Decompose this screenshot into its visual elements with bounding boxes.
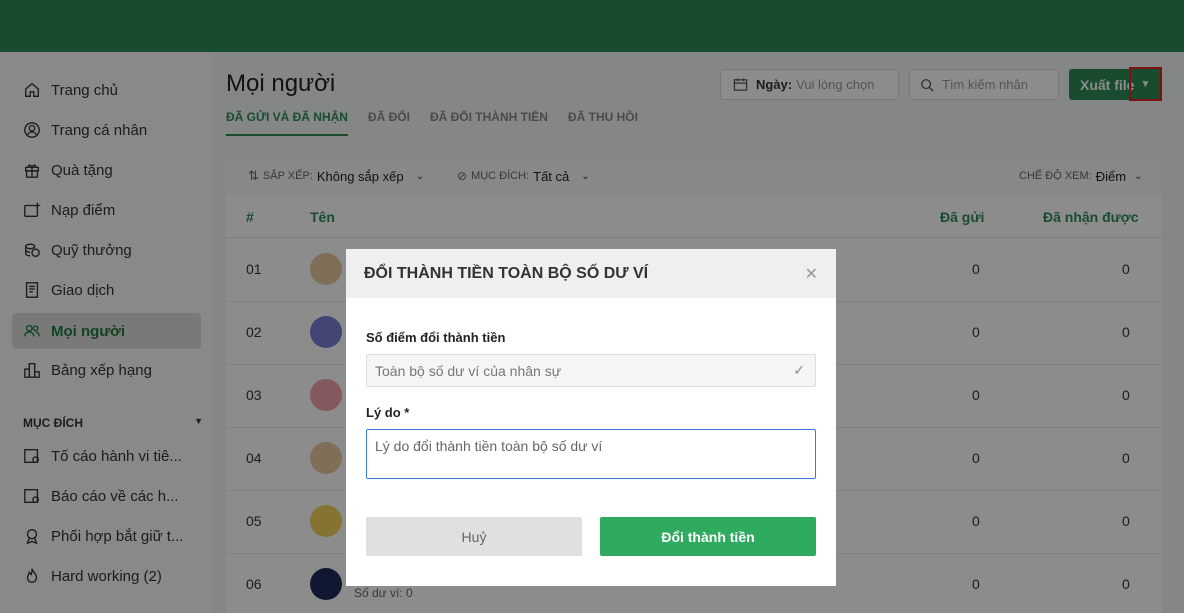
modal-header: ĐỔI THÀNH TIỀN TOÀN BỘ SỐ DƯ VÍ ✕ xyxy=(346,249,836,298)
check-icon: ✓ xyxy=(793,362,805,378)
cancel-button[interactable]: Huỷ xyxy=(366,517,582,556)
modal-title: ĐỔI THÀNH TIỀN TOÀN BỘ SỐ DƯ VÍ xyxy=(364,264,649,282)
reason-field-label: Lý do * xyxy=(366,405,410,420)
cash-out-modal: ĐỔI THÀNH TIỀN TOÀN BỘ SỐ DƯ VÍ ✕ Số điể… xyxy=(346,249,836,586)
confirm-cash-out-button[interactable]: Đổi thành tiền xyxy=(600,517,816,556)
points-field-value: Toàn bộ số dư ví của nhân sự xyxy=(375,362,562,379)
close-icon[interactable]: ✕ xyxy=(805,264,818,284)
reason-textarea[interactable]: Lý do đổi thành tiền toàn bộ số dư ví xyxy=(366,429,816,479)
points-field: Toàn bộ số dư ví của nhân sự ✓ xyxy=(366,354,816,387)
points-field-label: Số điểm đổi thành tiền xyxy=(366,330,506,345)
reason-placeholder: Lý do đổi thành tiền toàn bộ số dư ví xyxy=(375,438,603,454)
